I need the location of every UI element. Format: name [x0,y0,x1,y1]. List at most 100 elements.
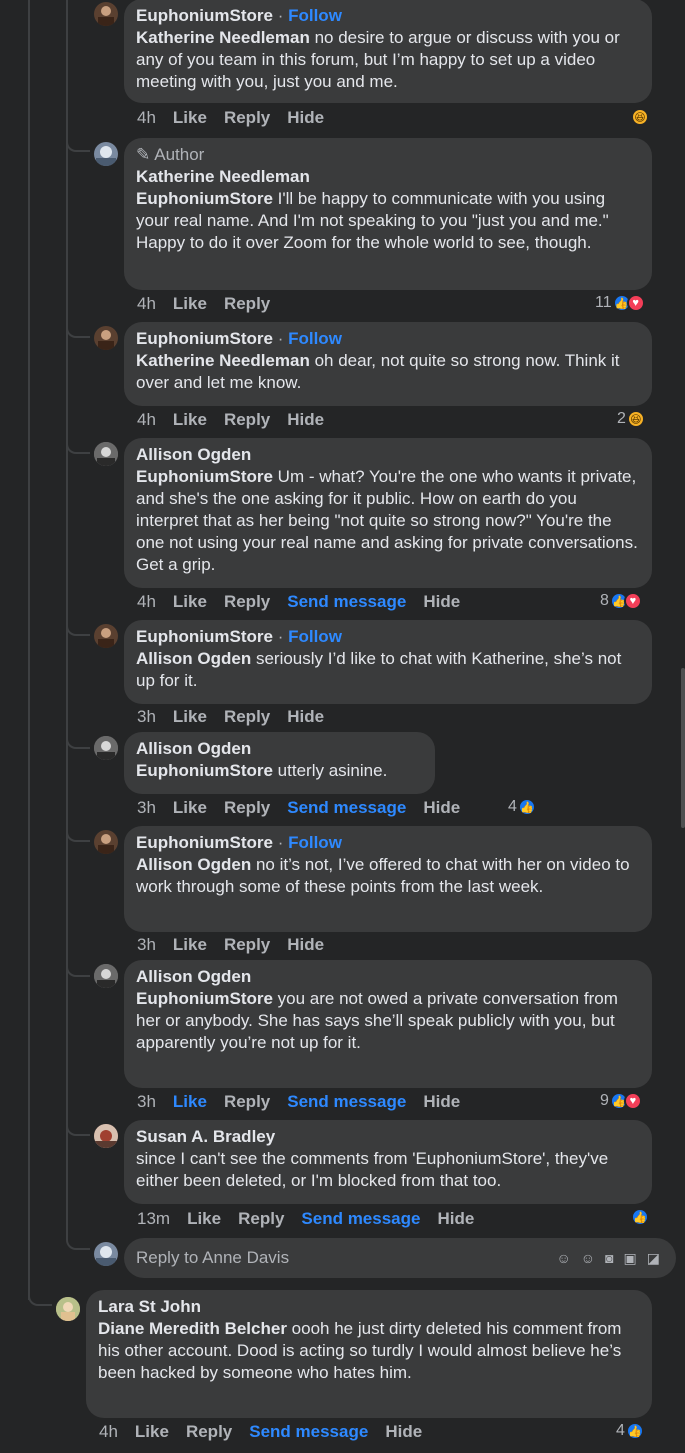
reply-button[interactable]: Reply [224,707,270,727]
follow-button[interactable]: Follow [288,627,342,646]
hide-button[interactable]: Hide [423,592,460,612]
comment-author[interactable]: Susan A. Bradley [136,1126,640,1148]
comment-time[interactable]: 4h [99,1422,118,1442]
avatar[interactable] [94,442,118,466]
avatar[interactable] [94,736,118,760]
comment-actions: 3h Like Reply Hide [137,935,324,955]
follow-button[interactable]: Follow [288,6,342,25]
comment-bubble: Lara St John Diane Meredith Belcher oooh… [86,1290,652,1418]
emoji-icon[interactable]: ☺ [581,1250,595,1267]
comment-time[interactable]: 4h [137,294,156,314]
avatar[interactable] [94,964,118,988]
reaction-summary[interactable]: 4 👍 [616,1422,644,1440]
follow-button[interactable]: Follow [288,329,342,348]
comment-author[interactable]: Allison Ogden [136,738,423,760]
reaction-summary[interactable]: 11 👍 ♥ [595,294,645,312]
comment-time[interactable]: 4h [137,410,156,430]
reaction-count: 4 [508,798,517,815]
reply-button[interactable]: Reply [224,1092,270,1112]
comment-time[interactable]: 3h [137,798,156,818]
comment-time[interactable]: 3h [137,707,156,727]
comment-author[interactable]: Allison Ogden [136,966,640,988]
comment-author[interactable]: EuphoniumStore [136,329,273,348]
gif-icon[interactable]: ▣ [624,1250,637,1267]
hide-button[interactable]: Hide [423,1092,460,1112]
comment-bubble: Allison Ogden EuphoniumStore you are not… [124,960,652,1088]
send-message-button[interactable]: Send message [301,1209,420,1229]
avatar[interactable] [94,624,118,648]
like-button[interactable]: Like [173,798,207,818]
mention-link[interactable]: Allison Ogden [136,855,251,874]
comment-author[interactable]: EuphoniumStore [136,627,273,646]
reply-input[interactable]: Reply to Anne Davis ☺ ☺ ◙ ▣ ◪ [124,1238,676,1278]
hide-button[interactable]: Hide [437,1209,474,1229]
reaction-summary[interactable]: 9 👍 ♥ [600,1092,642,1110]
comment-author[interactable]: Lara St John [98,1296,640,1318]
hide-button[interactable]: Hide [385,1422,422,1442]
comment-time[interactable]: 4h [137,108,156,128]
sticker-icon[interactable]: ◪ [647,1250,660,1267]
comment-author[interactable]: Katherine Needleman [136,166,640,188]
hide-button[interactable]: Hide [287,935,324,955]
send-message-button[interactable]: Send message [287,798,406,818]
like-button[interactable]: Like [173,410,207,430]
comment-author[interactable]: EuphoniumStore [136,6,273,25]
comment-time[interactable]: 4h [137,592,156,612]
comment-bubble: Susan A. Bradley since I can't see the c… [124,1120,652,1204]
author-badge: ✎ Author [136,145,205,164]
comment-time[interactable]: 3h [137,935,156,955]
comment-author[interactable]: EuphoniumStore [136,833,273,852]
reaction-summary[interactable]: 8 👍 ♥ [600,592,642,610]
mention-link[interactable]: EuphoniumStore [136,761,273,780]
avatar[interactable] [94,2,118,26]
avatar[interactable] [94,326,118,350]
hide-button[interactable]: Hide [287,108,324,128]
send-message-button[interactable]: Send message [287,1092,406,1112]
mention-link[interactable]: Diane Meredith Belcher [98,1319,287,1338]
avatar[interactable] [94,1124,118,1148]
avatar[interactable] [56,1297,80,1321]
hide-button[interactable]: Hide [287,410,324,430]
reaction-summary[interactable]: 2 😆 [617,410,645,428]
hide-button[interactable]: Hide [287,707,324,727]
mention-link[interactable]: EuphoniumStore [136,467,273,486]
reply-button[interactable]: Reply [224,294,270,314]
camera-icon[interactable]: ◙ [605,1250,613,1267]
avatar[interactable] [94,142,118,166]
like-button[interactable]: Like [135,1422,169,1442]
reaction-summary[interactable]: 4 👍 [508,798,536,816]
like-button[interactable]: Like [173,707,207,727]
like-button[interactable]: Like [173,1092,207,1112]
like-button[interactable]: Like [173,108,207,128]
like-button[interactable]: Like [173,935,207,955]
mention-link[interactable]: Katherine Needleman [136,351,310,370]
author-line: EuphoniumStore · Follow [136,832,640,854]
reply-button[interactable]: Reply [224,935,270,955]
follow-button[interactable]: Follow [288,833,342,852]
reply-button[interactable]: Reply [224,592,270,612]
avatar-sticker-icon[interactable]: ☺ [556,1250,570,1267]
send-message-button[interactable]: Send message [249,1422,368,1442]
mention-link[interactable]: EuphoniumStore [136,189,273,208]
comment-time[interactable]: 13m [137,1209,170,1229]
hide-button[interactable]: Hide [423,798,460,818]
reply-button[interactable]: Reply [224,108,270,128]
like-button[interactable]: Like [173,592,207,612]
reply-button[interactable]: Reply [186,1422,232,1442]
comment-time[interactable]: 3h [137,1092,156,1112]
send-message-button[interactable]: Send message [287,592,406,612]
current-user-avatar[interactable] [94,1242,118,1266]
mention-link[interactable]: Katherine Needleman [136,28,310,47]
like-button[interactable]: Like [187,1209,221,1229]
reply-button[interactable]: Reply [238,1209,284,1229]
reply-button[interactable]: Reply [224,410,270,430]
reaction-summary[interactable]: 👍 [631,1208,649,1226]
reply-button[interactable]: Reply [224,798,270,818]
mention-link[interactable]: EuphoniumStore [136,989,273,1008]
avatar[interactable] [94,830,118,854]
mention-link[interactable]: Allison Ogden [136,649,251,668]
reaction-summary[interactable]: 😆 [631,108,649,126]
like-button[interactable]: Like [173,294,207,314]
scrollbar[interactable] [681,668,685,828]
comment-author[interactable]: Allison Ogden [136,444,640,466]
